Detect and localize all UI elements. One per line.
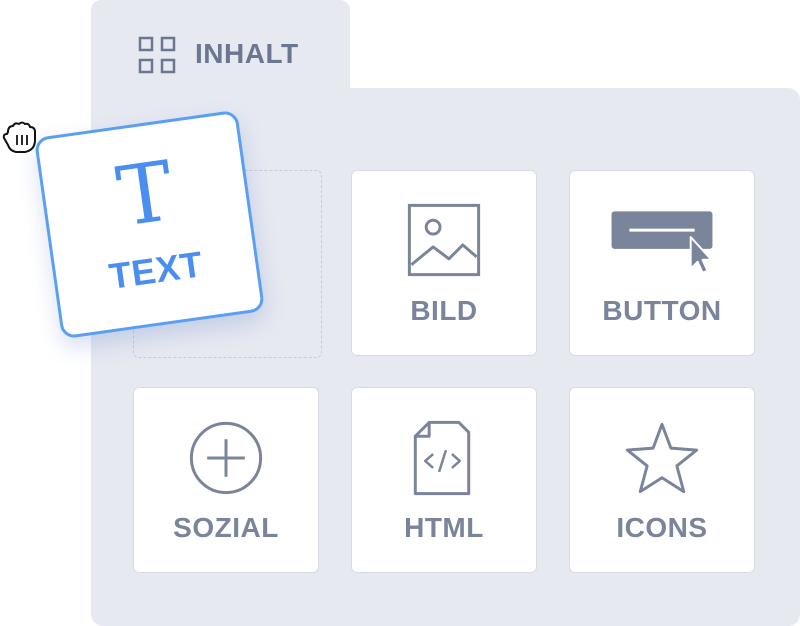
dragging-text-tile[interactable]: T TEXT [33, 109, 266, 340]
tile-bild[interactable]: BILD [351, 170, 537, 356]
star-icon [625, 422, 699, 494]
tile-button[interactable]: BUTTON [569, 170, 755, 356]
tile-html[interactable]: HTML [351, 387, 537, 573]
tile-label: BILD [410, 295, 478, 326]
tile-label: BUTTON [602, 295, 722, 326]
tab-label: INHALT [195, 38, 299, 69]
text-icon: T [111, 143, 180, 246]
button-cursor-icon [611, 211, 713, 274]
tile-icons[interactable]: ICONS [569, 387, 755, 573]
plus-circle-icon [189, 421, 263, 495]
image-icon [407, 203, 481, 277]
drag-label: TEXT [106, 243, 206, 297]
grab-hand-icon [2, 121, 36, 153]
grid-icon [138, 36, 176, 74]
tile-label: SOZIAL [173, 512, 279, 543]
tile-label: ICONS [616, 512, 708, 543]
tile-label: HTML [404, 512, 484, 543]
tile-sozial[interactable]: SOZIAL [133, 387, 319, 573]
content-tab[interactable]: INHALT [91, 0, 350, 100]
code-file-icon [413, 420, 471, 496]
